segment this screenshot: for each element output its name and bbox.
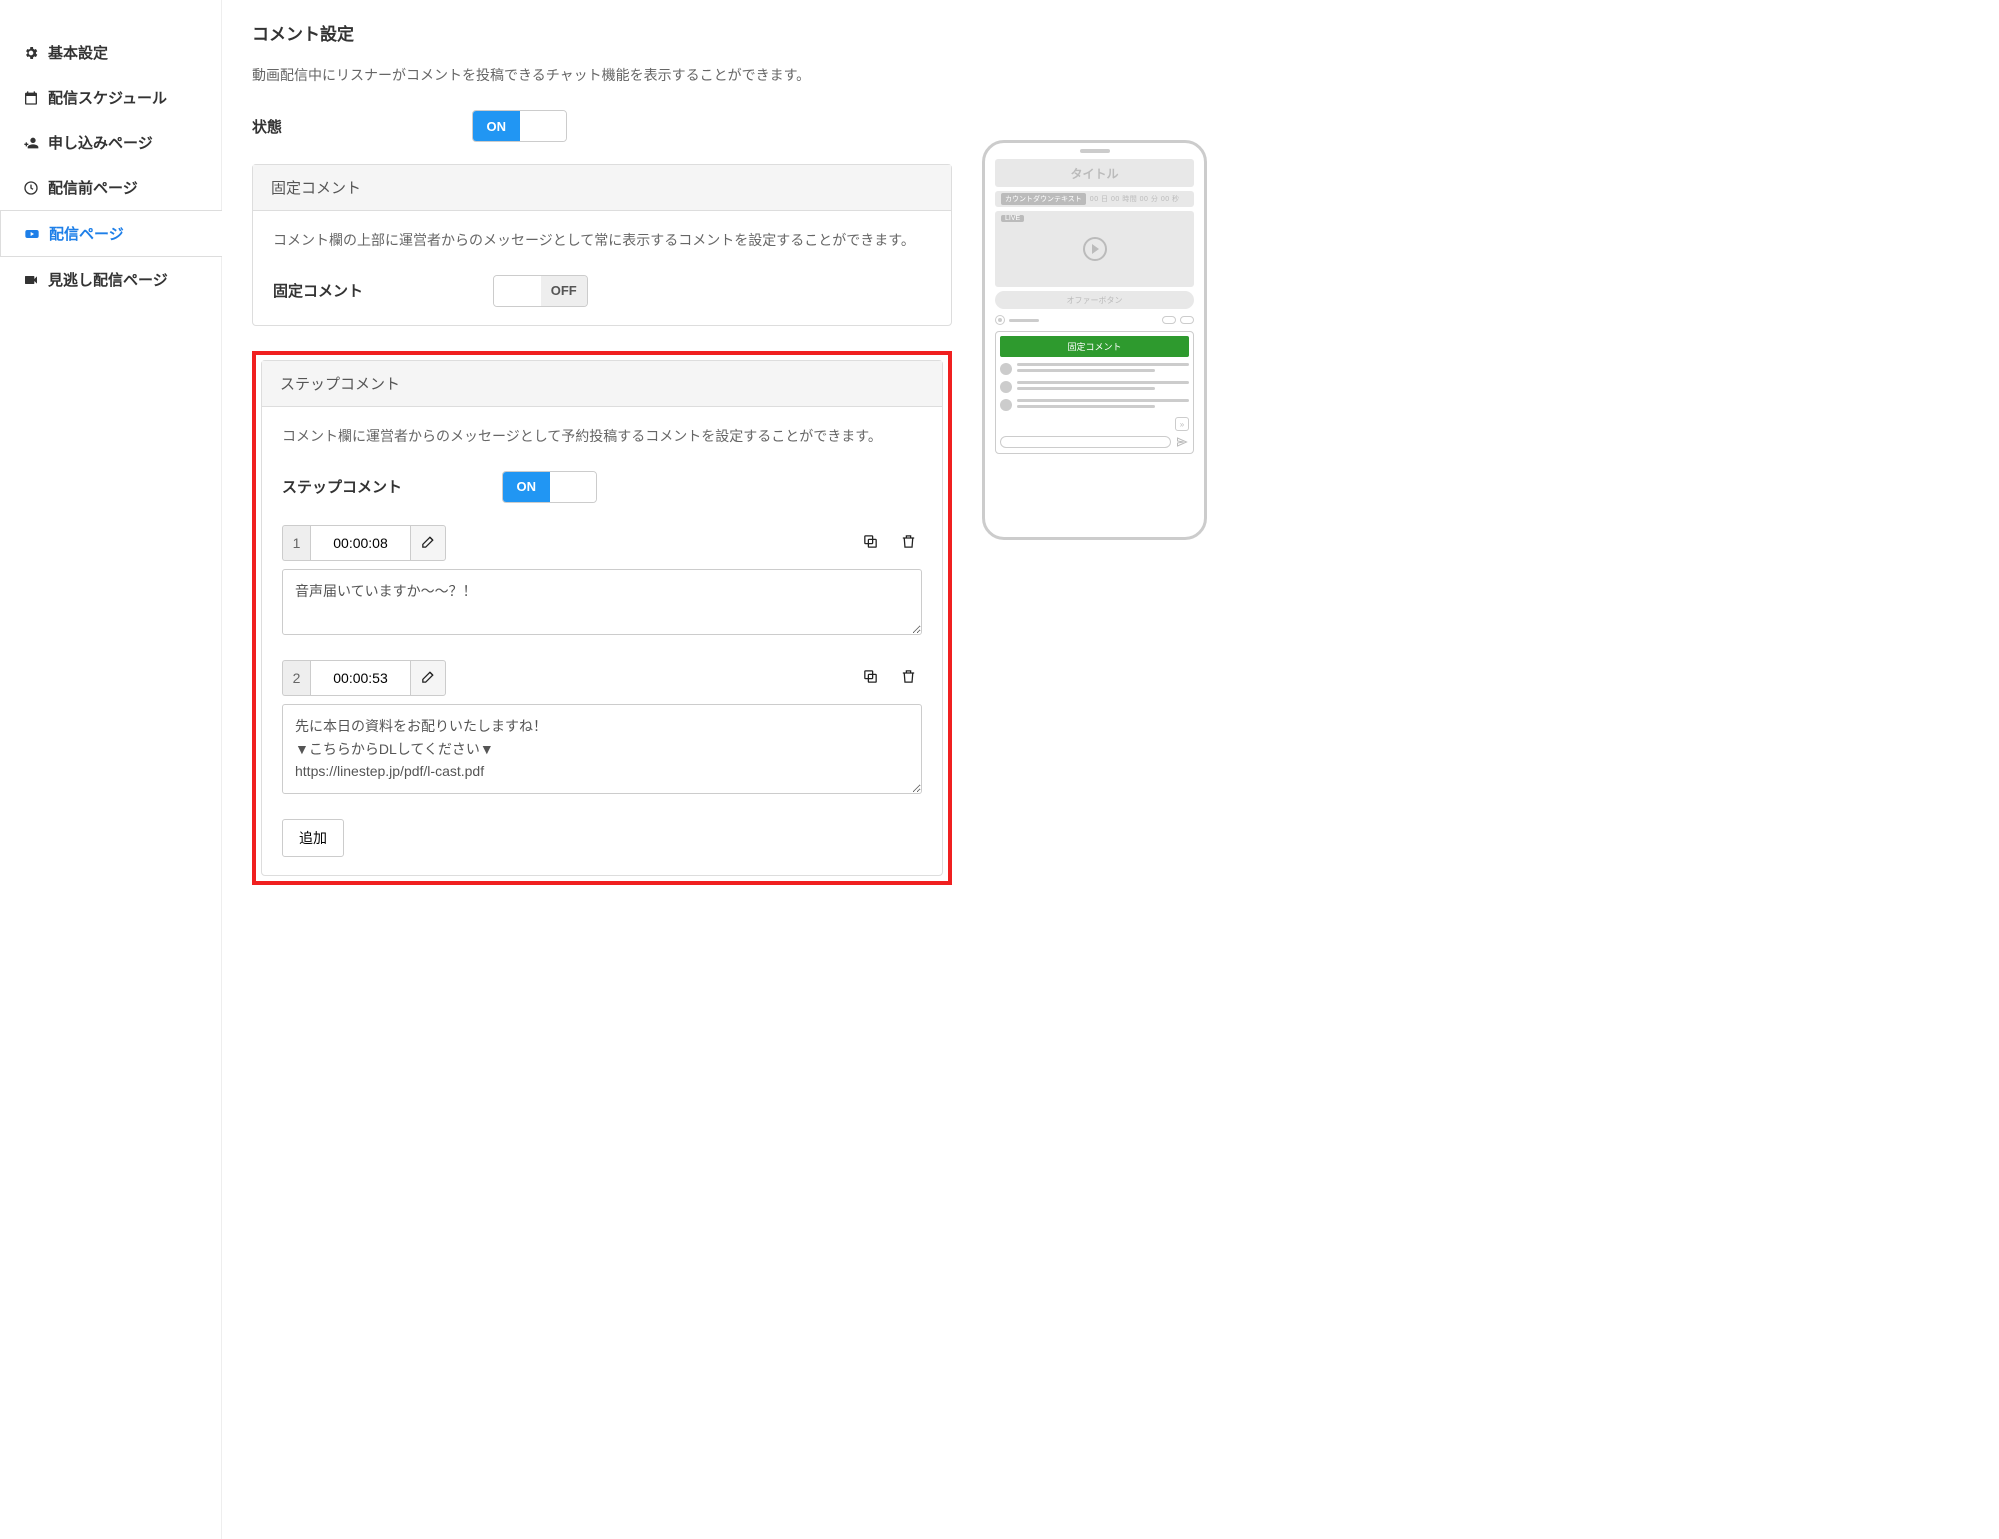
trash-icon	[900, 668, 917, 688]
step-index: 1	[282, 525, 310, 561]
clock-icon	[22, 179, 40, 196]
step-comment-toggle[interactable]: ON	[502, 471, 597, 503]
state-toggle[interactable]: ON	[472, 110, 567, 142]
sidebar-item-label: 申し込みページ	[48, 132, 153, 153]
step-comment-header: ステップコメント	[262, 361, 942, 407]
sidebar-item-label: 配信ページ	[49, 223, 124, 244]
step-index: 2	[282, 660, 310, 696]
step-delete-button[interactable]	[894, 529, 922, 557]
sidebar-item-missed-broadcast-page[interactable]: 見逃し配信ページ	[0, 257, 221, 302]
sidebar-item-schedule[interactable]: 配信スケジュール	[0, 75, 221, 120]
calendar-icon	[22, 89, 40, 106]
step-comment-panel: ステップコメント コメント欄に運営者からのメッセージとして予約投稿するコメントを…	[261, 360, 943, 877]
step-comment-label: ステップコメント	[282, 476, 502, 497]
fixed-comment-label: 固定コメント	[273, 280, 493, 301]
add-step-button[interactable]: 追加	[282, 819, 344, 857]
avatar-icon	[995, 315, 1005, 325]
copy-icon	[862, 668, 879, 688]
step-edit-button[interactable]	[410, 660, 446, 696]
state-label: 状態	[252, 116, 472, 137]
fixed-comment-desc: コメント欄の上部に運営者からのメッセージとして常に表示するコメントを設定すること…	[273, 229, 931, 253]
sidebar-item-label: 見逃し配信ページ	[48, 269, 168, 290]
step-text-input[interactable]	[282, 569, 922, 636]
step-time-input[interactable]	[310, 660, 410, 696]
preview-offer-button: オファーボタン	[995, 291, 1194, 309]
preview-fixed-comment: 固定コメント	[1000, 336, 1189, 357]
copy-icon	[862, 533, 879, 553]
step-comment-desc: コメント欄に運営者からのメッセージとして予約投稿するコメントを設定することができ…	[282, 425, 922, 449]
sidebar: 基本設定 配信スケジュール 申し込みページ 配信前ページ 配信ページ	[0, 0, 222, 1539]
sidebar-item-label: 配信前ページ	[48, 177, 138, 198]
step-delete-button[interactable]	[894, 664, 922, 692]
step-text-input[interactable]	[282, 704, 922, 794]
fixed-comment-toggle[interactable]: OFF	[493, 275, 588, 307]
preview-live-badge: LIVE	[1001, 215, 1024, 222]
toggle-off-label: OFF	[541, 276, 588, 306]
intro-text: 動画配信中にリスナーがコメントを投稿できるチャット機能を表示することができます。	[252, 65, 952, 85]
sidebar-item-signup-page[interactable]: 申し込みページ	[0, 120, 221, 165]
step-comment-highlight: ステップコメント コメント欄に運営者からのメッセージとして予約投稿するコメントを…	[252, 351, 952, 886]
step-edit-button[interactable]	[410, 525, 446, 561]
sidebar-item-label: 配信スケジュール	[48, 87, 167, 108]
send-icon	[1175, 435, 1189, 449]
preview-video: LIVE	[995, 211, 1194, 287]
youtube-icon	[23, 225, 41, 242]
gear-icon	[22, 44, 40, 61]
step-copy-button[interactable]	[856, 664, 884, 692]
phone-preview: タイトル カウントダウンテキスト 00 日 00 時間 00 分 00 秒 LI…	[982, 140, 1212, 540]
toggle-on-label: ON	[473, 111, 520, 141]
sidebar-item-basic-settings[interactable]: 基本設定	[0, 30, 221, 75]
chevron-down-icon: »	[1175, 417, 1189, 431]
sidebar-item-label: 基本設定	[48, 42, 108, 63]
step-copy-button[interactable]	[856, 529, 884, 557]
preview-title: タイトル	[995, 159, 1194, 187]
edit-icon	[420, 668, 437, 688]
toggle-on-label: ON	[503, 472, 550, 502]
step-comment-item: 2	[282, 660, 922, 797]
step-time-input[interactable]	[310, 525, 410, 561]
preview-comments: 固定コメント »	[995, 331, 1194, 454]
preview-countdown-nums: 00 日 00 時間 00 分 00 秒	[1090, 194, 1180, 204]
play-icon	[1083, 237, 1107, 261]
video-icon	[22, 271, 40, 288]
trash-icon	[900, 533, 917, 553]
fixed-comment-panel: 固定コメント コメント欄の上部に運営者からのメッセージとして常に表示するコメント…	[252, 164, 952, 326]
step-comment-item: 1	[282, 525, 922, 639]
user-plus-icon	[22, 134, 40, 151]
fixed-comment-header: 固定コメント	[253, 165, 951, 211]
preview-countdown-tag: カウントダウンテキスト	[1001, 193, 1086, 205]
sidebar-item-pre-broadcast-page[interactable]: 配信前ページ	[0, 165, 221, 210]
page-title: コメント設定	[252, 20, 952, 45]
sidebar-item-broadcast-page[interactable]: 配信ページ	[0, 210, 222, 257]
edit-icon	[420, 533, 437, 553]
preview-countdown: カウントダウンテキスト 00 日 00 時間 00 分 00 秒	[995, 191, 1194, 207]
preview-comment-input	[1000, 436, 1171, 448]
